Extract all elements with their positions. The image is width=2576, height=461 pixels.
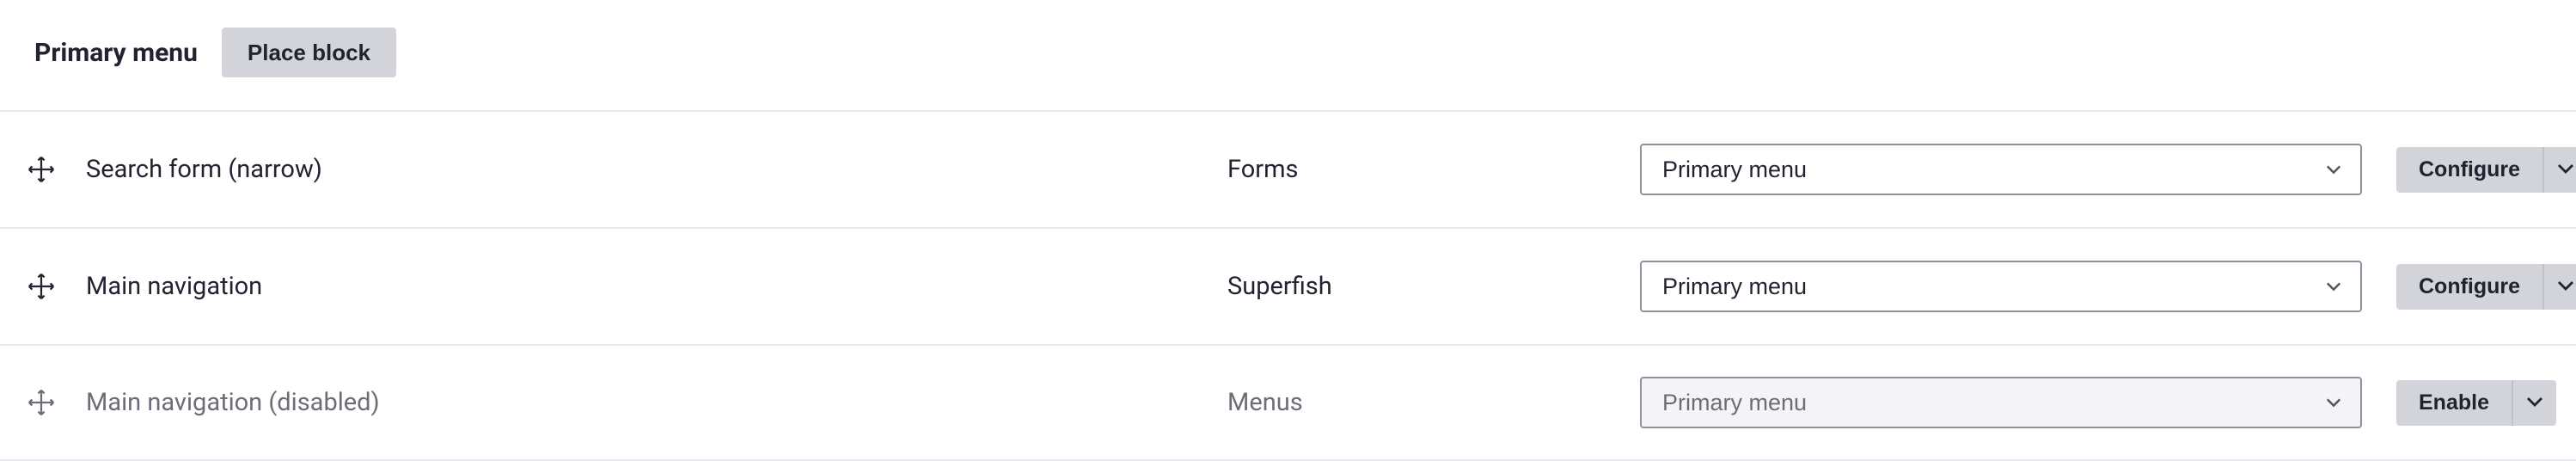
drag-handle-icon[interactable] xyxy=(24,152,58,187)
region-header: Primary menu Place block xyxy=(0,0,2576,110)
drag-handle-icon[interactable] xyxy=(24,269,58,304)
table-row: Main navigation Superfish Primary menu C… xyxy=(0,227,2576,344)
dropbutton-toggle[interactable] xyxy=(2512,380,2556,426)
region-select[interactable]: Primary menu xyxy=(1640,261,2362,312)
block-category: Menus xyxy=(1227,388,1640,417)
region-select-wrapper: Primary menu xyxy=(1640,144,2396,195)
configure-button[interactable]: Configure xyxy=(2396,264,2542,310)
dropbutton: Configure xyxy=(2396,147,2576,193)
dropbutton-toggle[interactable] xyxy=(2542,264,2576,310)
configure-button[interactable]: Configure xyxy=(2396,147,2542,193)
chevron-down-icon xyxy=(2526,393,2543,413)
dropbutton: Configure xyxy=(2396,264,2576,310)
block-category: Superfish xyxy=(1227,272,1640,301)
block-name: Main navigation xyxy=(76,272,1227,301)
block-name: Search form (narrow) xyxy=(76,155,1227,184)
region-select-wrapper: Primary menu xyxy=(1640,377,2396,428)
chevron-down-icon xyxy=(2557,277,2574,297)
place-block-button[interactable]: Place block xyxy=(222,28,396,77)
block-category: Forms xyxy=(1227,155,1640,184)
drag-handle-icon[interactable] xyxy=(24,385,58,420)
table-row: Search form (narrow) Forms Primary menu … xyxy=(0,110,2576,227)
block-name: Main navigation (disabled) xyxy=(76,388,1227,417)
operations: Enable xyxy=(2396,380,2556,426)
block-layout-region: Primary menu Place block Search form (na… xyxy=(0,0,2576,461)
region-select[interactable]: Primary menu xyxy=(1640,144,2362,195)
table-row: Main navigation (disabled) Menus Primary… xyxy=(0,344,2576,461)
operations: Configure xyxy=(2396,264,2576,310)
operations: Configure xyxy=(2396,147,2576,193)
region-select-wrapper: Primary menu xyxy=(1640,261,2396,312)
enable-button[interactable]: Enable xyxy=(2396,380,2512,426)
region-select[interactable]: Primary menu xyxy=(1640,377,2362,428)
dropbutton: Enable xyxy=(2396,380,2556,426)
dropbutton-toggle[interactable] xyxy=(2542,147,2576,193)
region-title: Primary menu xyxy=(34,38,198,68)
chevron-down-icon xyxy=(2557,160,2574,180)
